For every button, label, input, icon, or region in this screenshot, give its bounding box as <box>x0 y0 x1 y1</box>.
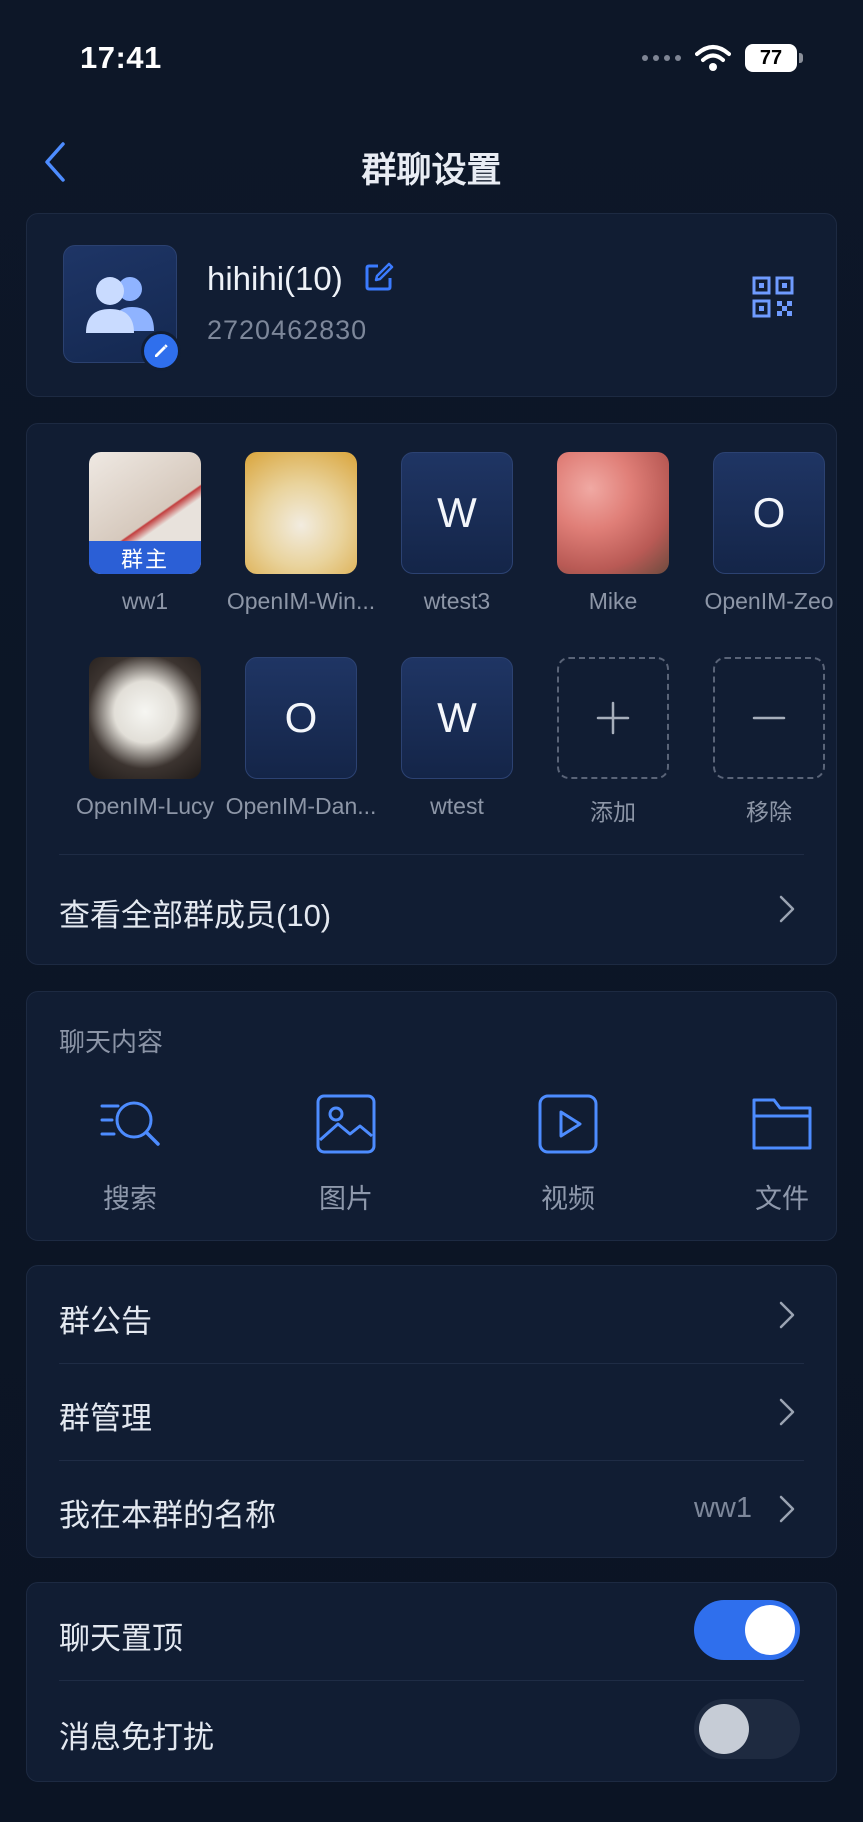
toggle-knob <box>745 1605 795 1655</box>
group-management-label: 群管理 <box>59 1401 152 1436</box>
content-label: 文件 <box>755 1184 809 1214</box>
member-item[interactable]: 群主 ww1 <box>67 452 223 615</box>
search-list-icon <box>100 1101 160 1146</box>
images-button[interactable]: 图片 <box>281 1092 411 1216</box>
pencil-icon <box>155 344 168 357</box>
content-label: 图片 <box>319 1184 373 1214</box>
member-item[interactable]: O OpenIM-Dan... <box>223 657 379 820</box>
group-people-icon <box>86 277 154 333</box>
cellular-signal-icon <box>642 55 681 61</box>
my-group-nickname-value: ww1 <box>693 1492 752 1524</box>
remove-member-label: 移除 <box>746 799 792 825</box>
videos-button[interactable]: 视频 <box>503 1092 633 1216</box>
files-button[interactable]: 文件 <box>717 1092 847 1216</box>
status-icons: 77 <box>642 44 803 72</box>
group-id: 2720462830 <box>207 315 368 345</box>
pin-chat-toggle[interactable] <box>694 1600 800 1660</box>
status-time: 17:41 <box>80 40 162 75</box>
chevron-right-icon <box>779 895 795 923</box>
member-item[interactable]: Mike <box>535 452 691 615</box>
plus-icon <box>596 701 630 735</box>
chevron-right-icon <box>779 1495 795 1523</box>
member-avatar: O <box>245 657 357 779</box>
member-name: Mike <box>588 588 638 614</box>
member-name: OpenIM-Zeo <box>704 588 834 614</box>
chat-toggles-card: 聊天置顶 消息免打扰 <box>26 1582 837 1782</box>
edit-group-name-button[interactable] <box>364 262 394 292</box>
view-all-members-label: 查看全部群成员(10) <box>59 898 332 933</box>
add-member-tile <box>557 657 669 779</box>
remove-member-button[interactable]: 移除 <box>691 657 847 827</box>
folder-icon <box>752 1098 812 1150</box>
add-member-label: 添加 <box>590 799 636 825</box>
member-name: OpenIM-Lucy <box>75 793 215 819</box>
member-name: OpenIM-Win... <box>226 588 376 614</box>
search-history-button[interactable]: 搜索 <box>65 1092 195 1216</box>
wifi-icon <box>695 45 731 71</box>
member-item[interactable]: O OpenIM-Zeo <box>691 452 847 615</box>
chevron-right-icon <box>779 1398 795 1426</box>
add-member-button[interactable]: 添加 <box>535 657 691 827</box>
member-item[interactable]: W wtest <box>379 657 535 820</box>
pin-chat-label: 聊天置顶 <box>59 1621 183 1656</box>
group-name: hihihi(10) <box>207 260 343 297</box>
member-avatar: O <box>713 452 825 574</box>
member-name: OpenIM-Dan... <box>225 793 377 819</box>
minus-icon <box>752 716 786 720</box>
edit-avatar-button[interactable] <box>141 331 181 371</box>
edit-icon <box>365 262 394 291</box>
member-avatar: 群主 <box>89 452 201 574</box>
my-group-nickname-label: 我在本群的名称 <box>59 1498 276 1533</box>
image-icon <box>316 1094 376 1154</box>
member-avatar <box>89 657 201 779</box>
group-info-card: hihihi(10) 2720462830 <box>26 213 837 397</box>
content-label: 视频 <box>541 1184 595 1214</box>
qr-code-button[interactable] <box>752 276 794 318</box>
page-title: 群聊设置 <box>361 151 502 190</box>
group-settings-page: 17:41 77 群聊设置 hihihi(10) 2720462830 群主 w… <box>0 0 863 1822</box>
qr-code-icon <box>752 276 794 318</box>
group-management-row[interactable]: 群管理 <box>27 1363 836 1459</box>
member-avatar <box>557 452 669 574</box>
owner-badge: 群主 <box>89 541 201 574</box>
content-label: 搜索 <box>103 1184 157 1214</box>
section-title: 聊天内容 <box>59 1027 164 1057</box>
mute-notifications-toggle[interactable] <box>694 1699 800 1759</box>
member-avatar: W <box>401 452 513 574</box>
member-name: ww1 <box>121 588 168 614</box>
member-avatar: W <box>401 657 513 779</box>
battery-indicator: 77 <box>745 44 803 72</box>
chevron-right-icon <box>779 1301 795 1329</box>
member-name: wtest <box>430 793 484 819</box>
chat-content-card: 聊天内容 搜索 图片 视频 文件 <box>26 991 837 1241</box>
toggle-knob <box>699 1704 749 1754</box>
member-name: wtest3 <box>423 588 491 614</box>
my-group-nickname-row[interactable]: 我在本群的名称 ww1 <box>27 1460 836 1556</box>
view-all-members-row[interactable]: 查看全部群成员(10) <box>27 854 836 964</box>
member-item[interactable]: OpenIM-Win... <box>223 452 379 615</box>
divider <box>59 1680 804 1681</box>
member-item[interactable]: OpenIM-Lucy <box>67 657 223 820</box>
announcement-row[interactable]: 群公告 <box>27 1266 836 1362</box>
video-icon <box>538 1094 598 1154</box>
member-avatar <box>245 452 357 574</box>
mute-notifications-label: 消息免打扰 <box>59 1720 214 1755</box>
announcement-label: 群公告 <box>59 1304 152 1339</box>
member-item[interactable]: W wtest3 <box>379 452 535 615</box>
status-bar: 17:41 77 <box>0 0 863 120</box>
group-settings-card: 群公告 群管理 我在本群的名称 ww1 <box>26 1265 837 1558</box>
remove-member-tile <box>713 657 825 779</box>
nav-bar: 群聊设置 <box>0 120 863 204</box>
members-card: 群主 ww1 OpenIM-Win... W wtest3 Mike O Ope… <box>26 423 837 965</box>
